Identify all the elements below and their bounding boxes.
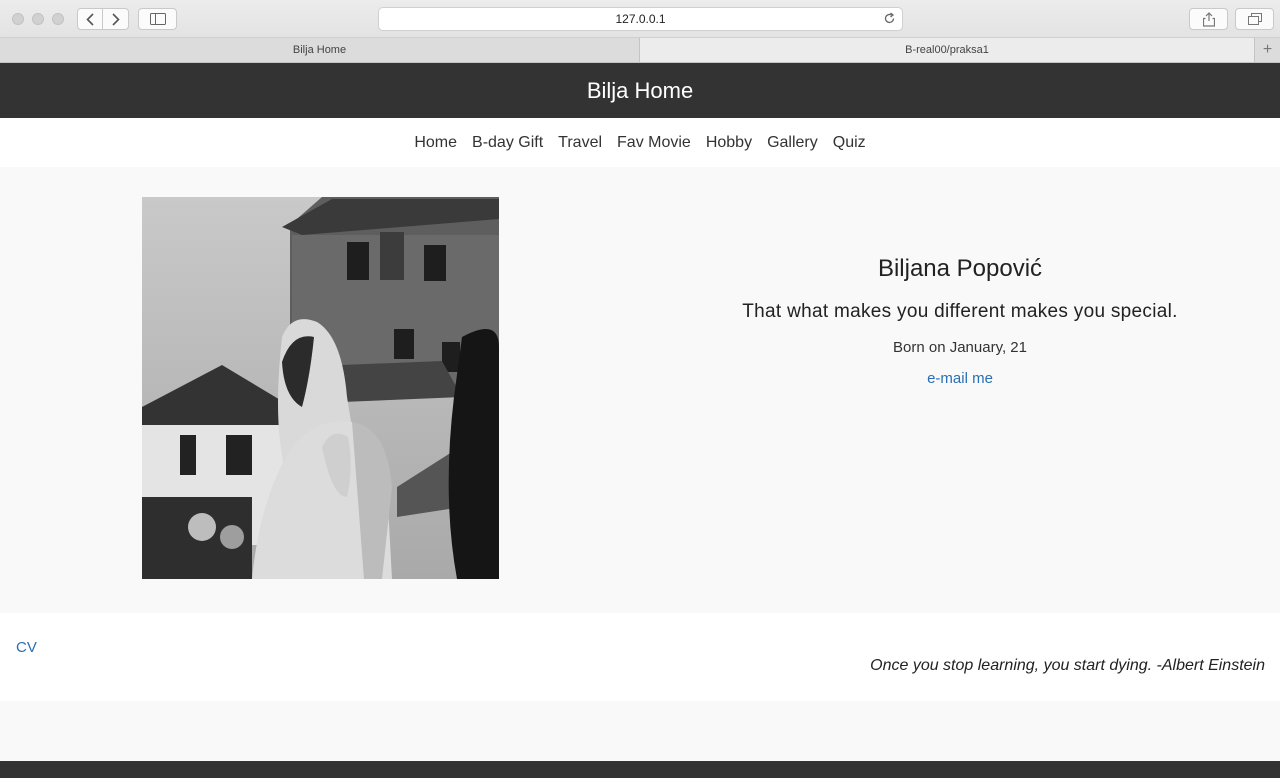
new-tab-button[interactable]: + xyxy=(1255,38,1280,62)
nav-home[interactable]: Home xyxy=(414,134,457,152)
profile-photo xyxy=(142,197,499,579)
nav-bday-gift[interactable]: B-day Gift xyxy=(472,134,543,152)
tab-bar: Bilja Home B-real00/praksa1 + xyxy=(0,38,1280,63)
window-minimize-button[interactable] xyxy=(32,13,44,25)
reload-icon[interactable] xyxy=(883,12,896,28)
chevron-left-icon xyxy=(86,12,94,26)
window-zoom-button[interactable] xyxy=(52,13,64,25)
chevron-right-icon xyxy=(111,12,120,26)
share-icon xyxy=(1202,11,1215,27)
nav-quiz[interactable]: Quiz xyxy=(833,134,866,152)
footer-quote: Once you stop learning, you start dying.… xyxy=(870,657,1265,674)
hero-section: Biljana Popović That what makes you diff… xyxy=(0,167,1280,613)
nav-hobby[interactable]: Hobby xyxy=(706,134,752,152)
window-close-button[interactable] xyxy=(12,13,24,25)
browser-titlebar: 127.0.0.1 xyxy=(0,0,1280,38)
share-button[interactable] xyxy=(1189,8,1228,30)
back-button[interactable] xyxy=(77,8,103,30)
address-bar[interactable]: 127.0.0.1 xyxy=(378,7,903,31)
nav-fav-movie[interactable]: Fav Movie xyxy=(617,134,691,152)
nav-travel[interactable]: Travel xyxy=(558,134,602,152)
cv-link[interactable]: CV xyxy=(16,639,37,656)
tab-praksa1[interactable]: B-real00/praksa1 xyxy=(640,38,1255,62)
profile-name: Biljana Popović xyxy=(877,255,1043,282)
footer-bar xyxy=(0,761,1280,778)
forward-button[interactable] xyxy=(103,8,129,30)
site-header: Bilja Home xyxy=(0,63,1280,118)
sidebar-icon xyxy=(149,13,166,25)
nav-gallery[interactable]: Gallery xyxy=(767,134,818,152)
profile-info: Biljana Popović That what makes you diff… xyxy=(660,255,1260,388)
footer-section: CV Once you stop learning, you start dyi… xyxy=(0,613,1280,701)
tab-label: Bilja Home xyxy=(292,44,347,56)
tab-bilja-home[interactable]: Bilja Home xyxy=(0,38,640,62)
profile-motto: That what makes you different makes you … xyxy=(742,301,1178,322)
tab-label: B-real00/praksa1 xyxy=(905,44,989,56)
tab-overview-button[interactable] xyxy=(1235,8,1274,30)
url-text: 127.0.0.1 xyxy=(615,12,666,26)
email-link[interactable]: e-mail me xyxy=(927,370,993,387)
sidebar-toggle-button[interactable] xyxy=(138,8,177,30)
main-nav: Home B-day Gift Travel Fav Movie Hobby G… xyxy=(0,118,1280,167)
tabs-icon xyxy=(1247,13,1262,25)
site-title: Bilja Home xyxy=(586,77,694,103)
birth-date: Born on January, 21 xyxy=(893,339,1027,356)
